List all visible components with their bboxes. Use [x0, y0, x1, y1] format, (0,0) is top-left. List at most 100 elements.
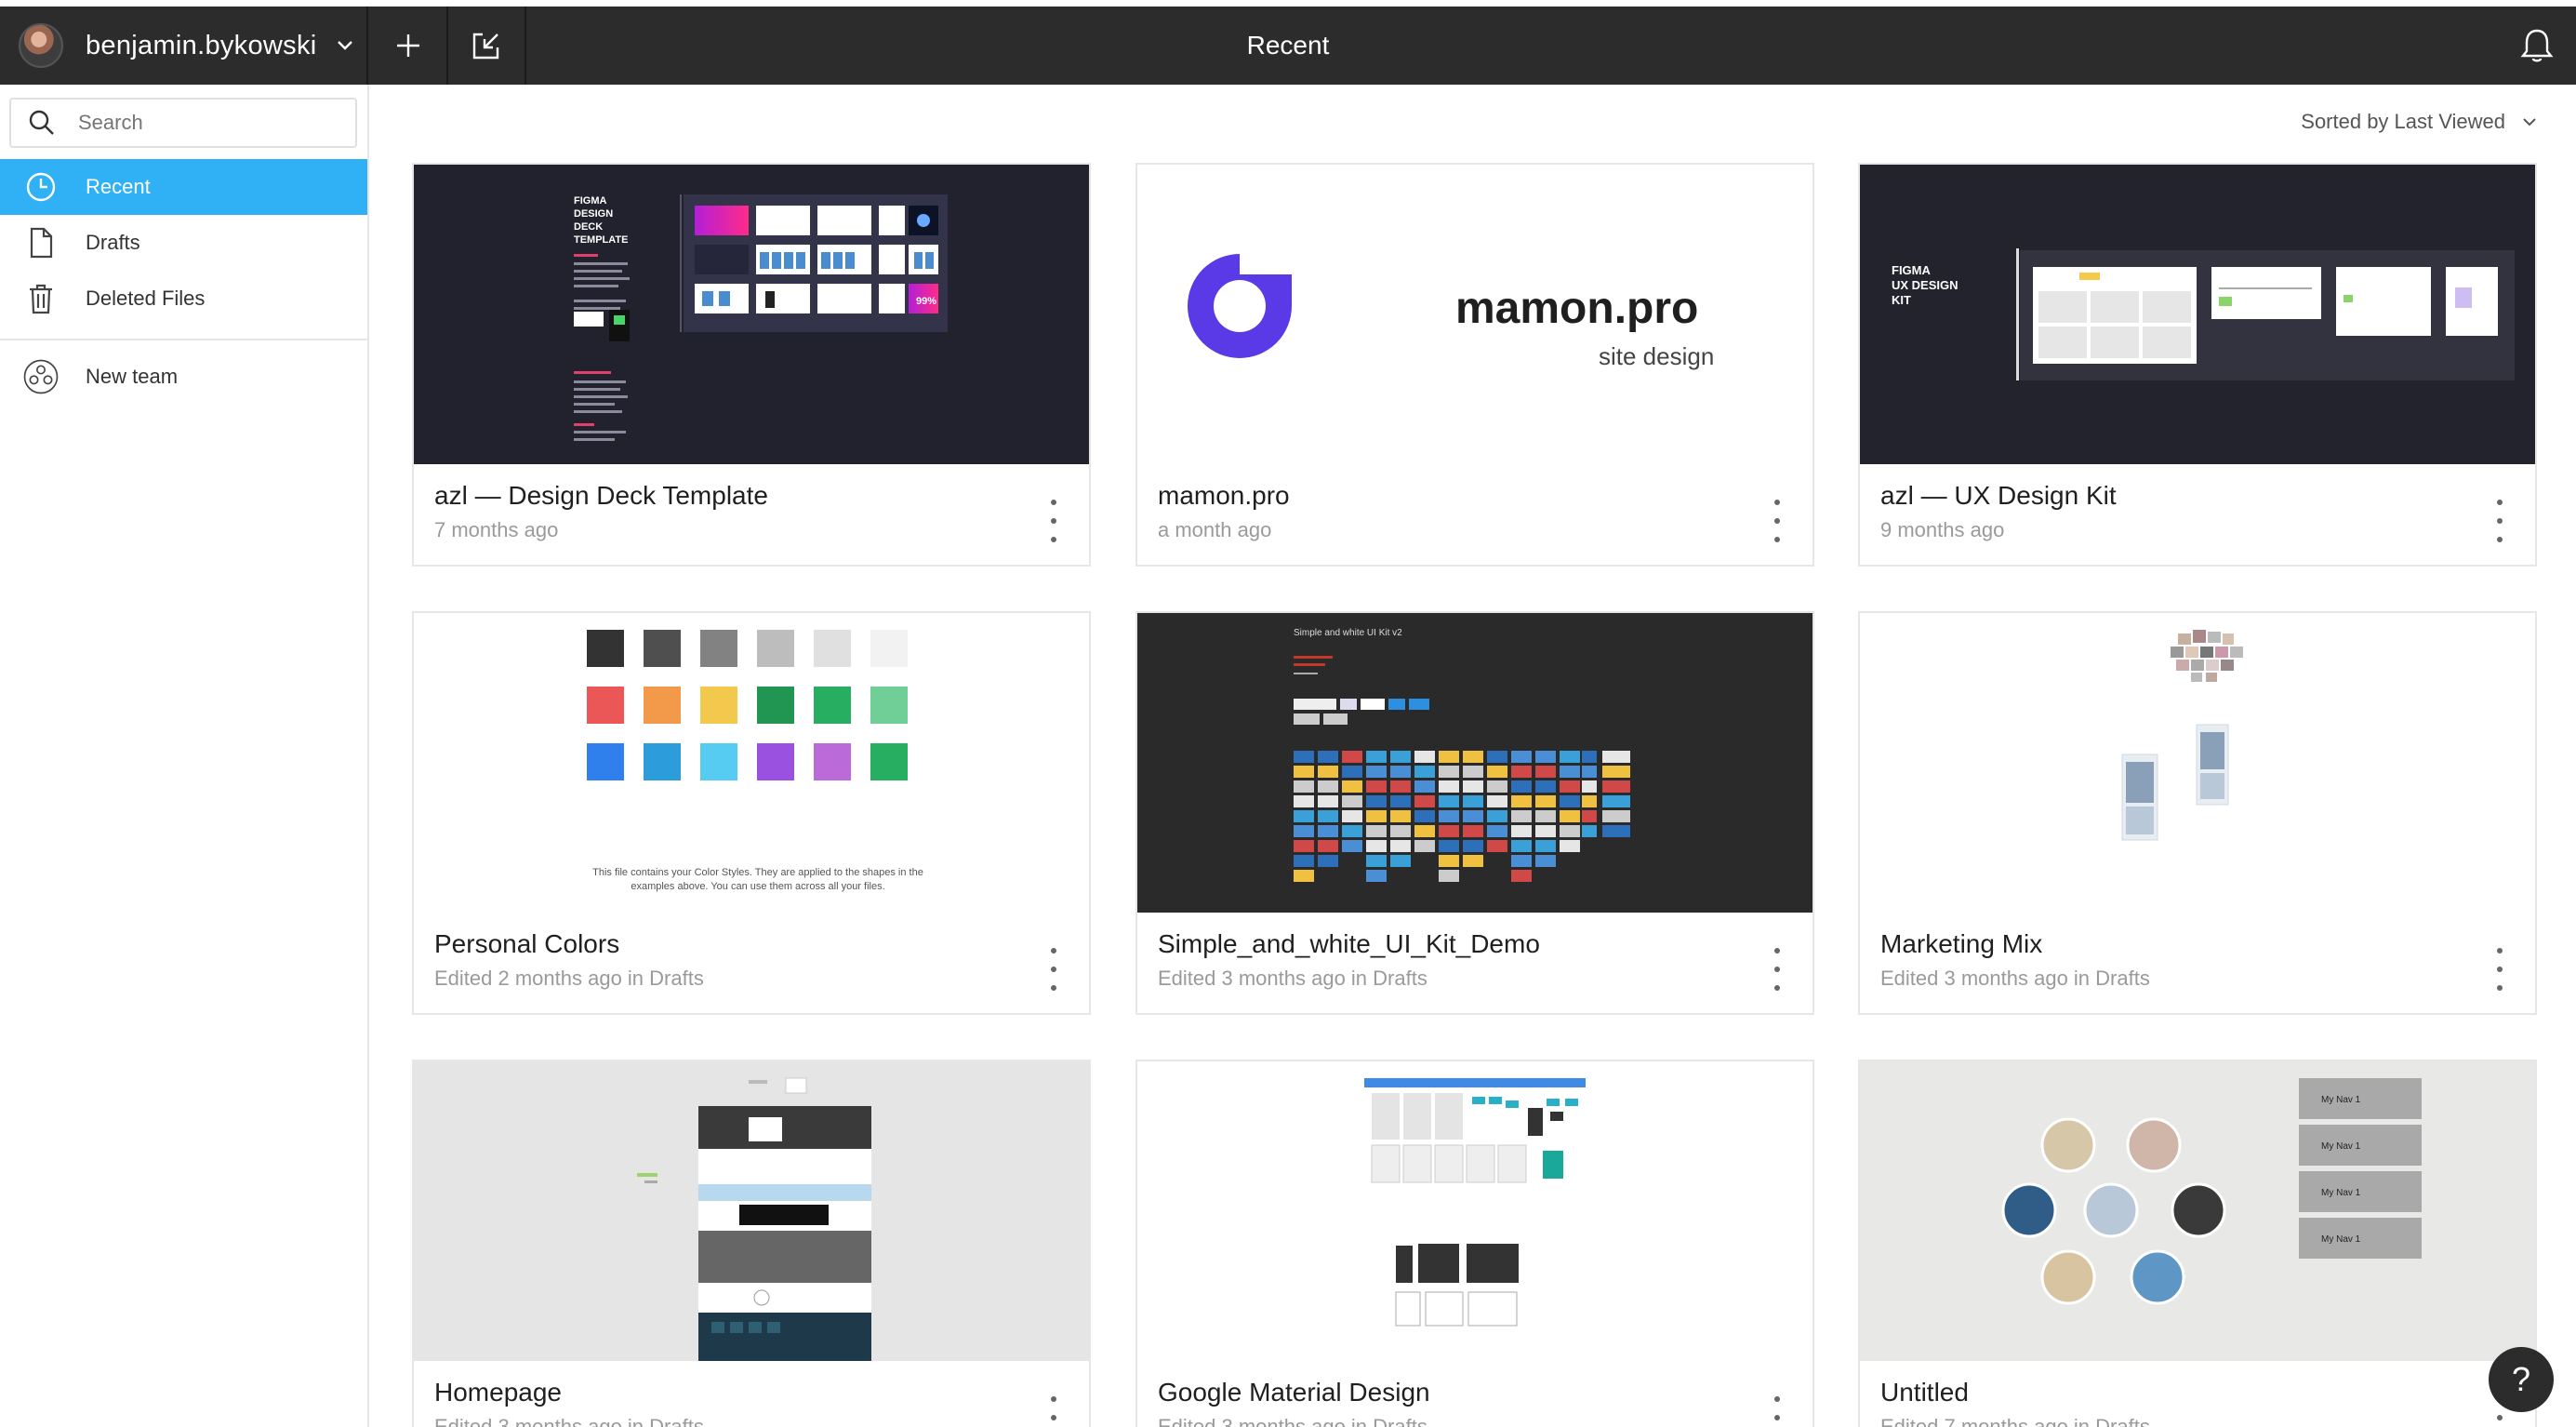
- svg-text:FIGMADESIGNDECKTEMPLATE: FIGMA DESIGN DECK TEMPLATE: [574, 195, 628, 246]
- file-subtitle: Edited 7 months ago in Drafts: [1880, 1415, 2150, 1427]
- color-swatch: [814, 687, 851, 724]
- team-icon: [22, 358, 60, 395]
- account-menu[interactable]: benjamin.bykowski: [0, 7, 368, 85]
- color-swatch: [587, 630, 624, 667]
- file-title: Homepage: [434, 1378, 562, 1407]
- chevron-down-icon: [337, 41, 352, 50]
- file-thumbnail: [1137, 1061, 1812, 1361]
- file-title: Untitled: [1880, 1378, 1969, 1407]
- file-card[interactable]: FIGMA DESIGN DECK TEMPLATE 99% azl — Des…: [412, 163, 1091, 567]
- svg-text:My Nav 1: My Nav 1: [2321, 1188, 2361, 1198]
- import-icon: [472, 33, 499, 60]
- file-title: Google Material Design: [1158, 1378, 1430, 1407]
- color-swatch: [644, 630, 681, 667]
- file-subtitle: a month ago: [1158, 518, 1272, 541]
- color-swatch: [870, 743, 908, 780]
- file-card[interactable]: Google Material Design Edited 3 months a…: [1135, 1060, 1814, 1427]
- file-title: azl — UX Design Kit: [1880, 481, 2117, 510]
- color-swatch: [700, 743, 737, 780]
- thumb-percent: 99%: [916, 296, 936, 307]
- import-button[interactable]: [448, 7, 526, 85]
- file-thumbnail: FIGMA UX DESIGN KIT: [1860, 165, 2535, 464]
- more-options-button[interactable]: [1768, 500, 1786, 542]
- file-card[interactable]: My Nav 1 My Nav 1 My Nav 1 My Nav 1 Unti…: [1858, 1060, 2537, 1427]
- color-swatch: [644, 743, 681, 780]
- file-card[interactable]: mamon.pro site design mamon.pro a month …: [1135, 163, 1814, 567]
- sidebar-item-label: New team: [86, 365, 179, 388]
- file-thumbnail: FIGMA DESIGN DECK TEMPLATE 99%: [414, 165, 1089, 464]
- color-swatch: [814, 743, 851, 780]
- file-subtitle: 9 months ago: [1880, 518, 2005, 541]
- file-title: Personal Colors: [434, 929, 620, 958]
- color-swatch: [644, 687, 681, 724]
- sidebar-item-drafts[interactable]: Drafts: [0, 215, 367, 271]
- color-swatch: [587, 687, 624, 724]
- sort-label: Sorted by Last Viewed: [2301, 110, 2505, 133]
- sidebar-item-new-team[interactable]: New team: [0, 349, 367, 405]
- more-options-button[interactable]: [1768, 948, 1786, 991]
- file-thumbnail: [1860, 613, 2535, 913]
- color-swatch: [700, 687, 737, 724]
- color-swatch: [587, 743, 624, 780]
- file-card[interactable]: FIGMA UX DESIGN KIT azl — UX Design Kit 9 …: [1858, 163, 2537, 567]
- sidebar-item-deleted-files[interactable]: Deleted Files: [0, 271, 367, 327]
- more-options-button[interactable]: [2490, 500, 2509, 542]
- file-title: mamon.pro: [1158, 481, 1290, 510]
- search-input[interactable]: [78, 111, 339, 135]
- sort-dropdown[interactable]: Sorted by Last Viewed: [2301, 110, 2539, 134]
- more-options-button[interactable]: [1044, 1396, 1063, 1427]
- search-box[interactable]: [9, 98, 357, 148]
- bell-icon[interactable]: [2516, 25, 2557, 66]
- top-bar: Recent benjamin.bykowski: [0, 7, 2576, 85]
- file-card[interactable]: Marketing Mix Edited 3 months ago in Dra…: [1858, 611, 2537, 1015]
- trash-icon: [22, 280, 60, 317]
- file-thumbnail: [414, 1061, 1089, 1361]
- file-title: Simple_and_white_UI_Kit_Demo: [1158, 929, 1540, 958]
- sidebar-item-label: Deleted Files: [86, 287, 206, 310]
- window-top-strip: [0, 0, 2576, 7]
- clock-icon: [22, 168, 60, 206]
- file-card[interactable]: This file contains your Color Styles. Th…: [412, 611, 1091, 1015]
- more-options-button[interactable]: [1768, 1396, 1786, 1427]
- file-title: azl — Design Deck Template: [434, 481, 768, 510]
- file-title: Marketing Mix: [1880, 929, 2043, 958]
- color-swatch: [757, 630, 794, 667]
- color-swatch: [870, 630, 908, 667]
- logo-wordmark: mamon.pro: [1455, 284, 1698, 333]
- svg-text:My Nav 1: My Nav 1: [2321, 1095, 2361, 1105]
- svg-text:FIGMAUX DESIGNKIT: FIGMA UX DESIGN KIT: [1892, 263, 1959, 307]
- svg-text:My Nav 1: My Nav 1: [2321, 1141, 2361, 1152]
- file-thumbnail: mamon.pro site design: [1137, 165, 1812, 464]
- file-subtitle: Edited 3 months ago in Drafts: [434, 1415, 704, 1427]
- thumb-note: This file contains your Color Styles. Th…: [592, 867, 923, 892]
- more-options-button[interactable]: [1044, 500, 1063, 542]
- thumb-heading: Simple and white UI Kit v2: [1294, 628, 1402, 638]
- sidebar-item-label: Drafts: [86, 231, 140, 254]
- file-subtitle: Edited 3 months ago in Drafts: [1158, 1415, 1427, 1427]
- file-card[interactable]: Simple and white UI Kit v2 Simple_and_wh…: [1135, 611, 1814, 1015]
- chevron-down-icon: [2523, 118, 2536, 127]
- file-thumbnail: Simple and white UI Kit v2: [1137, 613, 1812, 913]
- file-subtitle: 7 months ago: [434, 518, 559, 541]
- sidebar: Recent Drafts Deleted Files New team: [0, 85, 369, 1427]
- color-swatch: [870, 687, 908, 724]
- username: benjamin.bykowski: [86, 30, 317, 60]
- more-options-button[interactable]: [2490, 948, 2509, 991]
- sidebar-item-recent[interactable]: Recent: [0, 159, 367, 215]
- file-subtitle: Edited 3 months ago in Drafts: [1158, 967, 1427, 990]
- sidebar-divider: [0, 339, 367, 340]
- svg-text:My Nav 1: My Nav 1: [2321, 1234, 2361, 1245]
- color-swatch: [814, 630, 851, 667]
- new-file-button[interactable]: [370, 7, 448, 85]
- file-subtitle: Edited 3 months ago in Drafts: [1880, 967, 2150, 990]
- file-thumbnail: My Nav 1 My Nav 1 My Nav 1 My Nav 1: [1860, 1061, 2535, 1361]
- avatar: [19, 23, 63, 68]
- more-options-button[interactable]: [1044, 948, 1063, 991]
- help-button[interactable]: ?: [2489, 1347, 2554, 1412]
- color-swatch: [757, 743, 794, 780]
- file-card[interactable]: Homepage Edited 3 months ago in Drafts: [412, 1060, 1091, 1427]
- color-swatch: [757, 687, 794, 724]
- plus-icon: [397, 34, 419, 57]
- file-icon: [22, 224, 60, 261]
- file-thumbnail: This file contains your Color Styles. Th…: [414, 613, 1089, 913]
